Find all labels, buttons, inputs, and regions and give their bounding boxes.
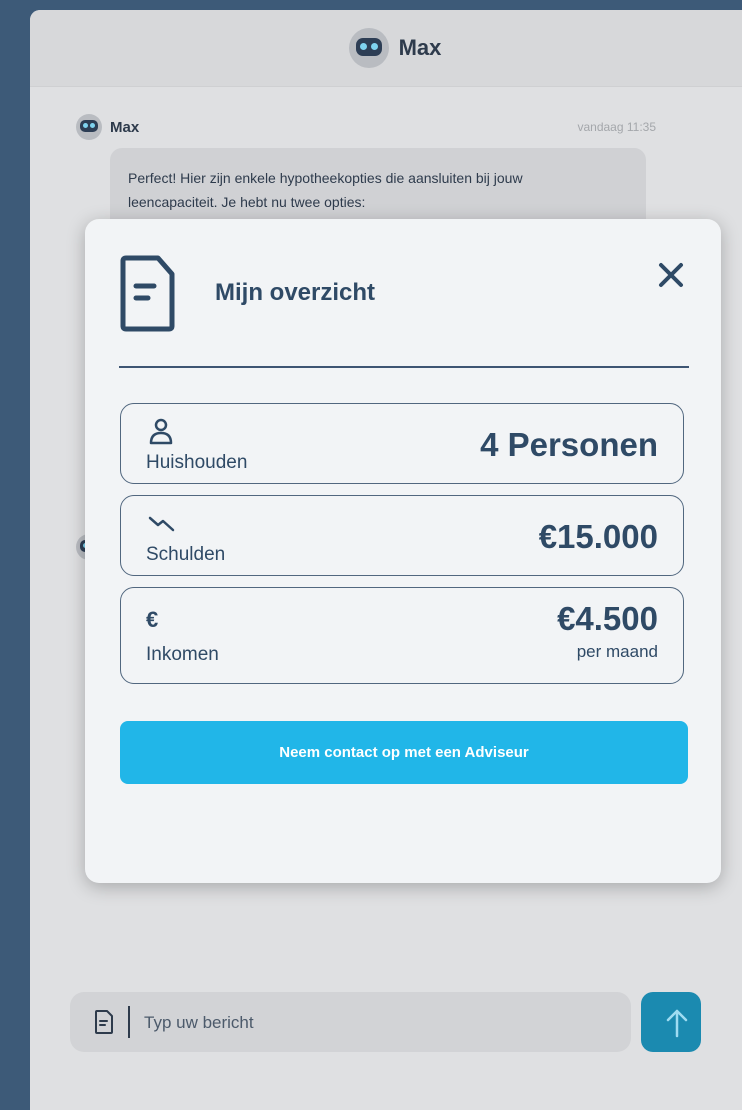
composer-separator <box>128 1006 130 1038</box>
document-icon <box>120 255 175 332</box>
close-icon[interactable] <box>655 259 687 291</box>
modal-divider <box>119 366 689 368</box>
chat-header: Max <box>30 10 742 87</box>
debts-card: Schulden €15.000 <box>120 495 684 576</box>
message-sender: Max <box>110 118 140 136</box>
message-text-line: Perfect! Hier zijn enkele hypotheekoptie… <box>128 170 523 186</box>
arrow-up-icon <box>666 1009 688 1038</box>
household-card: Huishouden 4 Personen <box>120 403 684 484</box>
sender-avatar <box>76 114 102 140</box>
message-header: Max vandaag 11:35 <box>76 114 656 140</box>
overview-modal: Mijn overzicht Huishouden 4 Personen Sch… <box>85 219 721 883</box>
household-label: Huishouden <box>146 452 248 473</box>
message-time: vandaag 11:35 <box>577 120 656 134</box>
modal-title: Mijn overzicht <box>215 279 376 306</box>
message-text-line: leencapaciteit. Je hebt nu twee opties: <box>128 194 366 210</box>
euro-icon: € <box>146 607 159 632</box>
message-composer <box>70 992 631 1052</box>
person-icon <box>149 418 173 445</box>
message-input[interactable] <box>142 1004 606 1042</box>
chat-title: Max <box>398 35 442 60</box>
income-label: Inkomen <box>146 644 219 665</box>
send-button[interactable] <box>641 992 701 1052</box>
income-card: € Inkomen €4.500 per maand <box>120 587 684 684</box>
contact-advisor-button[interactable]: Neem contact op met een Adviseur <box>120 721 688 784</box>
debts-value: €15.000 <box>538 518 658 555</box>
household-value: 4 Personen <box>480 426 658 463</box>
trend-down-icon <box>148 516 175 532</box>
bot-avatar <box>348 28 389 68</box>
income-value: €4.500 <box>557 600 658 637</box>
income-period: per maand <box>576 642 658 661</box>
debts-label: Schulden <box>146 544 226 565</box>
document-icon[interactable] <box>94 1009 114 1035</box>
